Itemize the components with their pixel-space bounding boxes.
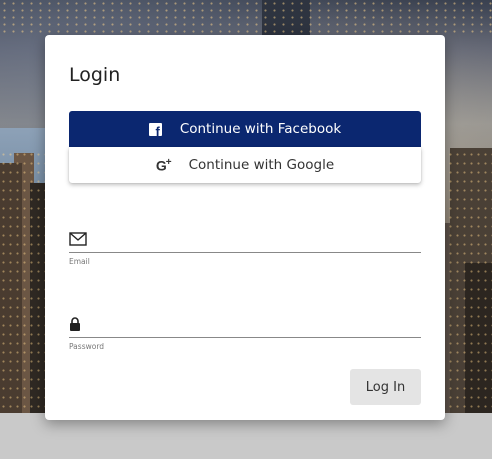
- log-in-button[interactable]: Log In: [350, 369, 421, 405]
- envelope-icon: [69, 231, 87, 250]
- password-label: Password: [69, 342, 105, 351]
- facebook-button-label: Continue with Facebook: [179, 121, 342, 137]
- email-field: Email: [69, 229, 421, 266]
- password-input[interactable]: [89, 314, 421, 337]
- email-label: Email: [69, 257, 90, 266]
- email-input[interactable]: [95, 229, 421, 252]
- password-field: Password: [69, 314, 421, 351]
- login-title: Login: [69, 64, 121, 86]
- login-card: Login f Continue with Facebook G+ Contin…: [45, 35, 445, 420]
- google-plus-icon: G+: [155, 156, 172, 174]
- facebook-icon: f: [148, 122, 162, 138]
- continue-with-facebook-button[interactable]: f Continue with Facebook: [69, 111, 421, 147]
- continue-with-google-button[interactable]: G+ Continue with Google: [69, 147, 421, 183]
- lock-icon: [69, 316, 81, 335]
- google-button-label: Continue with Google: [188, 157, 335, 173]
